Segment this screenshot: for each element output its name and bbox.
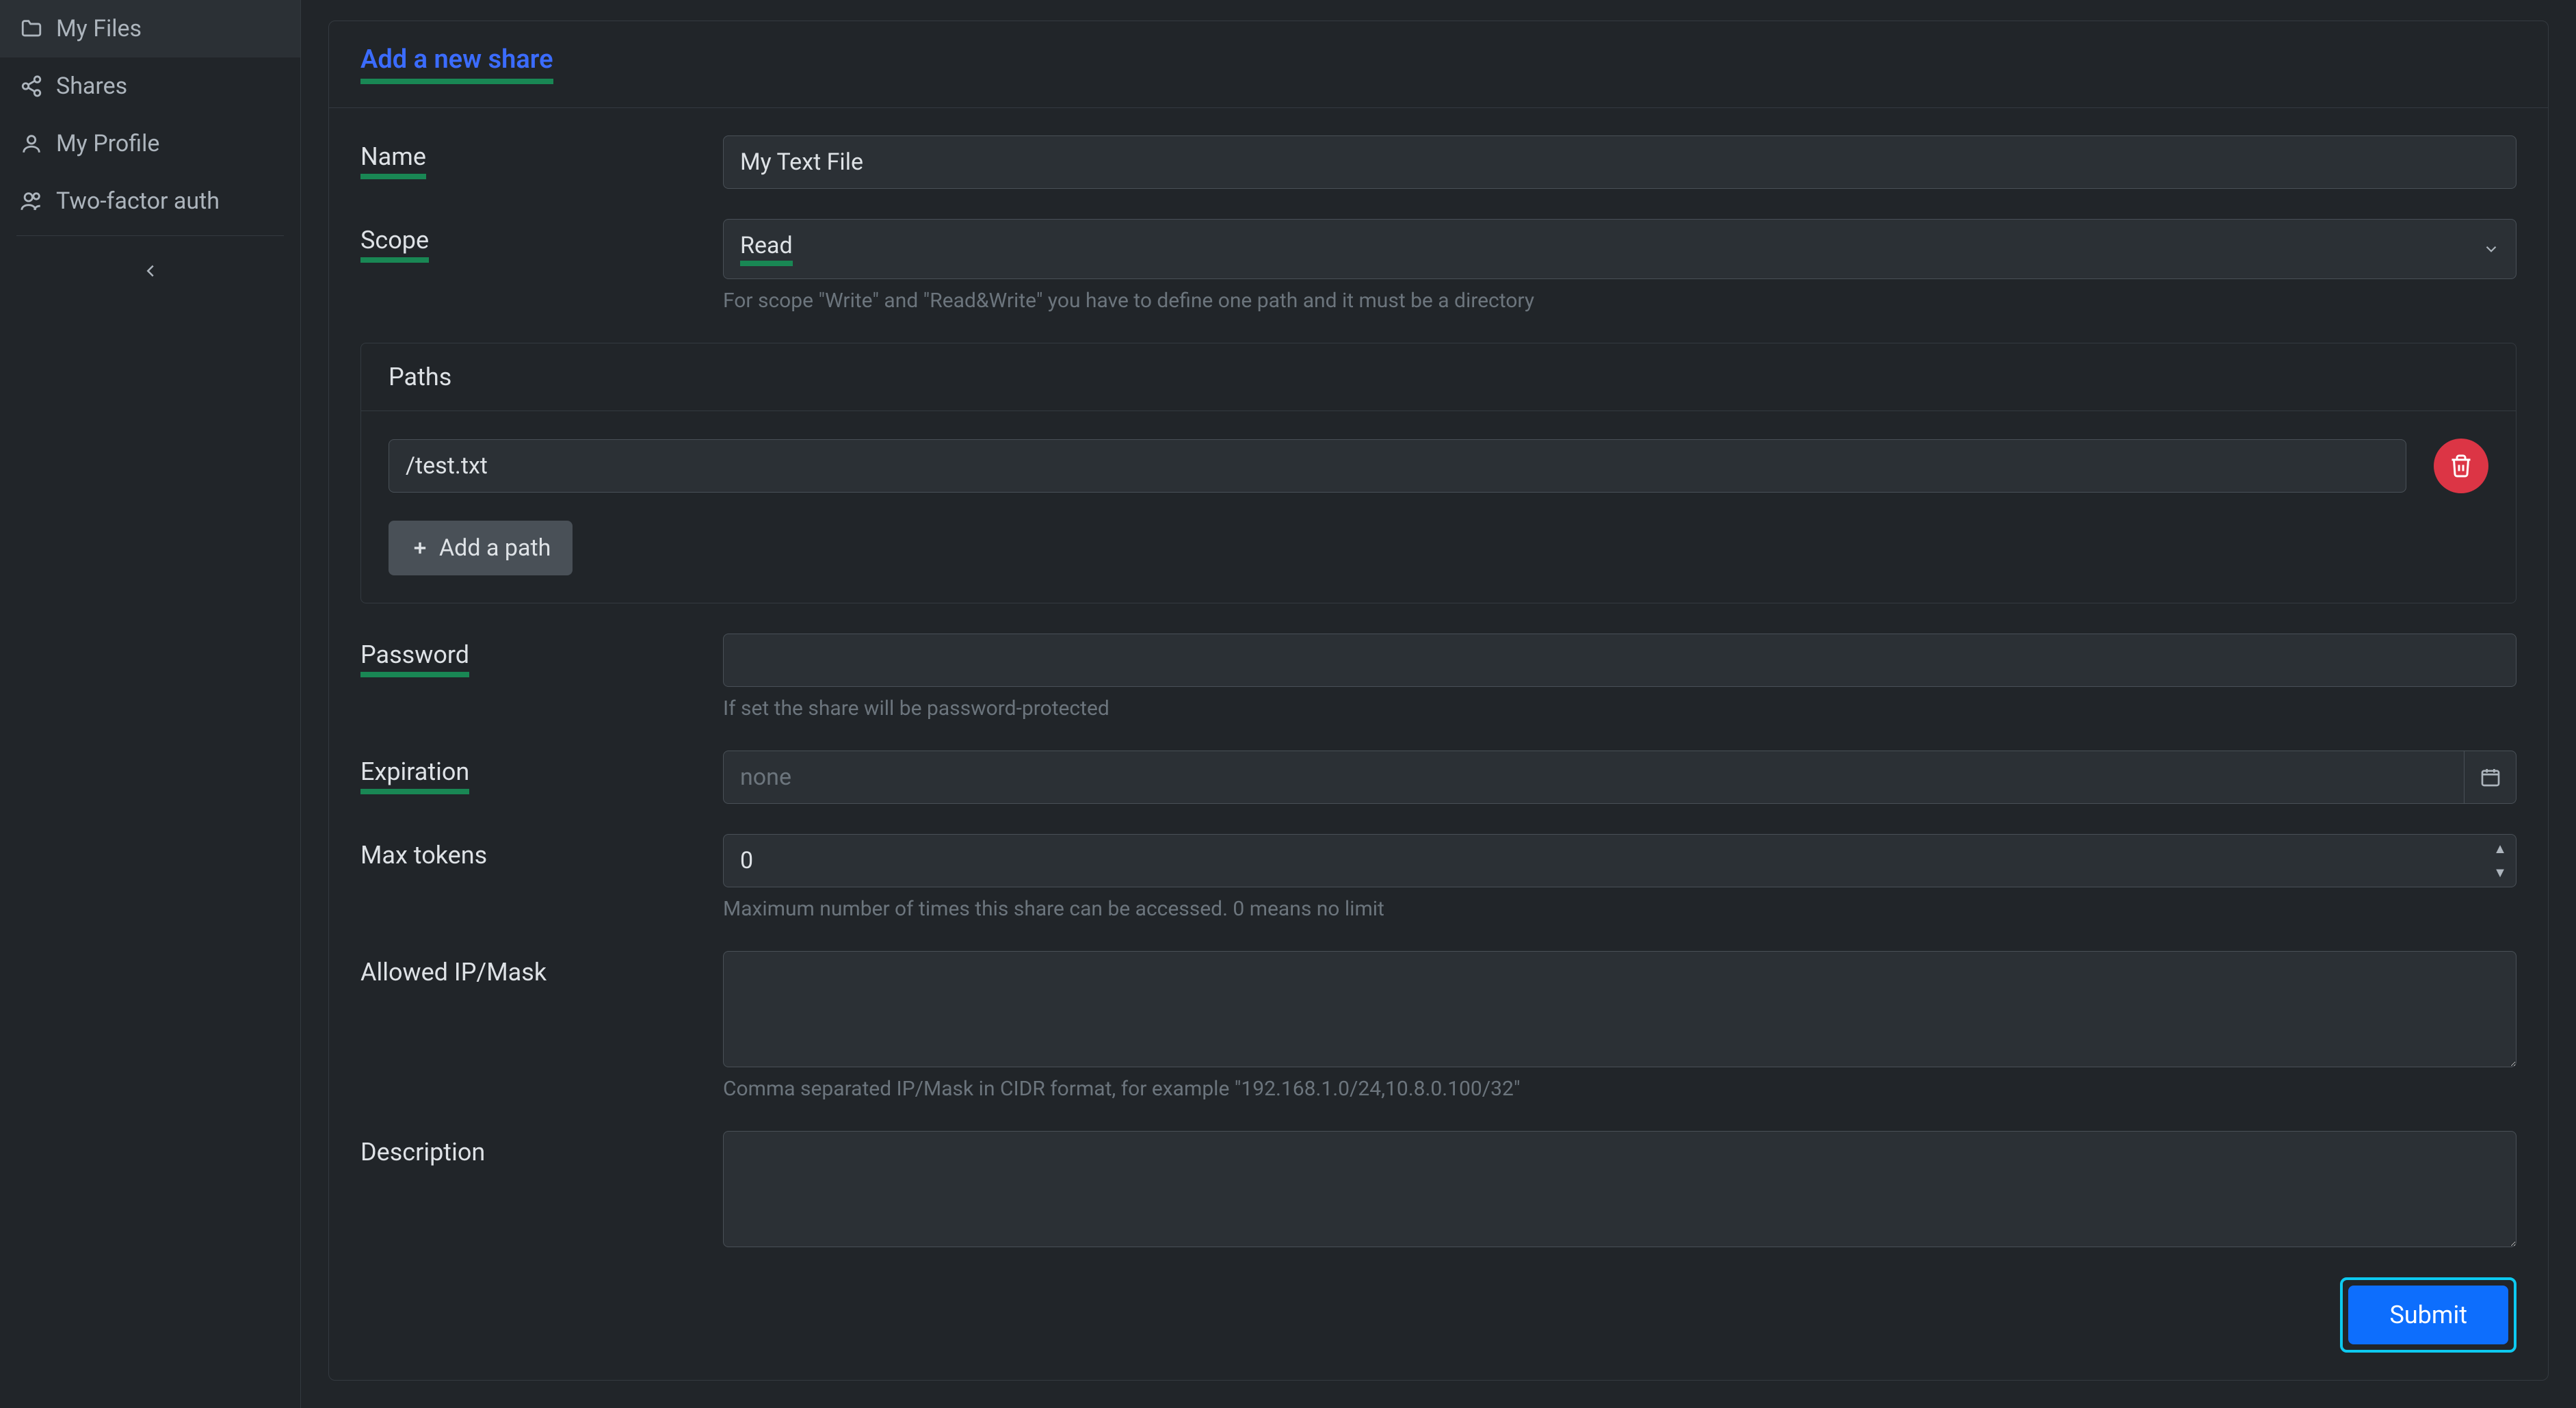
number-spinner: ▲ ▼: [2486, 837, 2514, 885]
name-label: Name: [360, 142, 426, 179]
sidebar-item-shares[interactable]: Shares: [0, 57, 300, 115]
sidebar-item-label: My Profile: [56, 130, 159, 157]
form-row-expiration: Expiration: [360, 751, 2516, 804]
max-tokens-input[interactable]: [723, 834, 2516, 887]
sidebar: My Files Shares My Profile Two-factor au…: [0, 0, 301, 1408]
expiration-label: Expiration: [360, 757, 469, 794]
spinner-down[interactable]: ▼: [2486, 861, 2514, 885]
sidebar-item-label: Shares: [56, 73, 127, 100]
sidebar-item-label: Two-factor auth: [56, 187, 220, 215]
max-tokens-label: Max tokens: [360, 841, 487, 870]
form-row-description: Description: [360, 1131, 2516, 1247]
expiration-input[interactable]: [723, 751, 2465, 804]
allowed-ip-label: Allowed IP/Mask: [360, 958, 547, 987]
path-row: [389, 439, 2488, 493]
paths-title: Paths: [361, 343, 2516, 411]
page-title: Add a new share: [360, 44, 553, 84]
caret-up-icon: ▲: [2493, 840, 2507, 857]
sidebar-collapse-button[interactable]: [0, 242, 300, 300]
add-path-button[interactable]: Add a path: [389, 521, 573, 575]
form-row-password: Password If set the share will be passwo…: [360, 634, 2516, 720]
plus-icon: [410, 538, 430, 558]
submit-row: Submit: [360, 1277, 2516, 1353]
folder-icon: [19, 17, 44, 40]
scope-helper: For scope "Write" and "Read&Write" you h…: [723, 289, 2516, 313]
sidebar-item-label: My Files: [56, 15, 142, 42]
sidebar-divider: [16, 235, 284, 236]
form-row-scope: Scope Read For scope "Write" and "Read&W…: [360, 219, 2516, 313]
chevron-left-icon: [140, 261, 161, 281]
form-row-name: Name: [360, 135, 2516, 189]
password-input[interactable]: [723, 634, 2516, 687]
share-form-card: Add a new share Name Scope: [328, 21, 2549, 1381]
spinner-up[interactable]: ▲: [2486, 837, 2514, 861]
path-input[interactable]: [389, 439, 2406, 493]
allowed-ip-input[interactable]: [723, 951, 2516, 1067]
form-row-max-tokens: Max tokens ▲ ▼: [360, 834, 2516, 921]
form-row-allowed-ip: Allowed IP/Mask Comma separated IP/Mask …: [360, 951, 2516, 1101]
card-header: Add a new share: [329, 21, 2548, 108]
delete-path-button[interactable]: [2434, 439, 2488, 493]
trash-icon: [2449, 454, 2473, 478]
password-label: Password: [360, 640, 469, 677]
description-label: Description: [360, 1138, 485, 1166]
calendar-icon: [2480, 766, 2501, 788]
sidebar-item-my-files[interactable]: My Files: [0, 0, 300, 57]
scope-select[interactable]: Read: [723, 219, 2516, 279]
sidebar-item-my-profile[interactable]: My Profile: [0, 115, 300, 172]
user-icon: [19, 132, 44, 155]
name-input[interactable]: [723, 135, 2516, 189]
share-icon: [19, 75, 44, 98]
submit-focus-ring: Submit: [2340, 1277, 2516, 1353]
sidebar-item-two-factor-auth[interactable]: Two-factor auth: [0, 172, 300, 230]
add-path-label: Add a path: [439, 534, 551, 562]
users-icon: [19, 190, 44, 213]
max-tokens-helper: Maximum number of times this share can b…: [723, 897, 2516, 921]
password-helper: If set the share will be password-protec…: [723, 696, 2516, 720]
scope-value: Read: [740, 232, 793, 266]
scope-label: Scope: [360, 226, 429, 263]
paths-panel: Paths: [360, 343, 2516, 603]
submit-button[interactable]: Submit: [2348, 1286, 2508, 1344]
allowed-ip-helper: Comma separated IP/Mask in CIDR format, …: [723, 1077, 2516, 1101]
calendar-button[interactable]: [2465, 751, 2516, 804]
caret-down-icon: ▼: [2493, 864, 2507, 881]
main-content: Add a new share Name Scope: [301, 0, 2576, 1408]
description-input[interactable]: [723, 1131, 2516, 1247]
app-root: My Files Shares My Profile Two-factor au…: [0, 0, 2576, 1408]
card-body: Name Scope Read: [329, 108, 2548, 1380]
